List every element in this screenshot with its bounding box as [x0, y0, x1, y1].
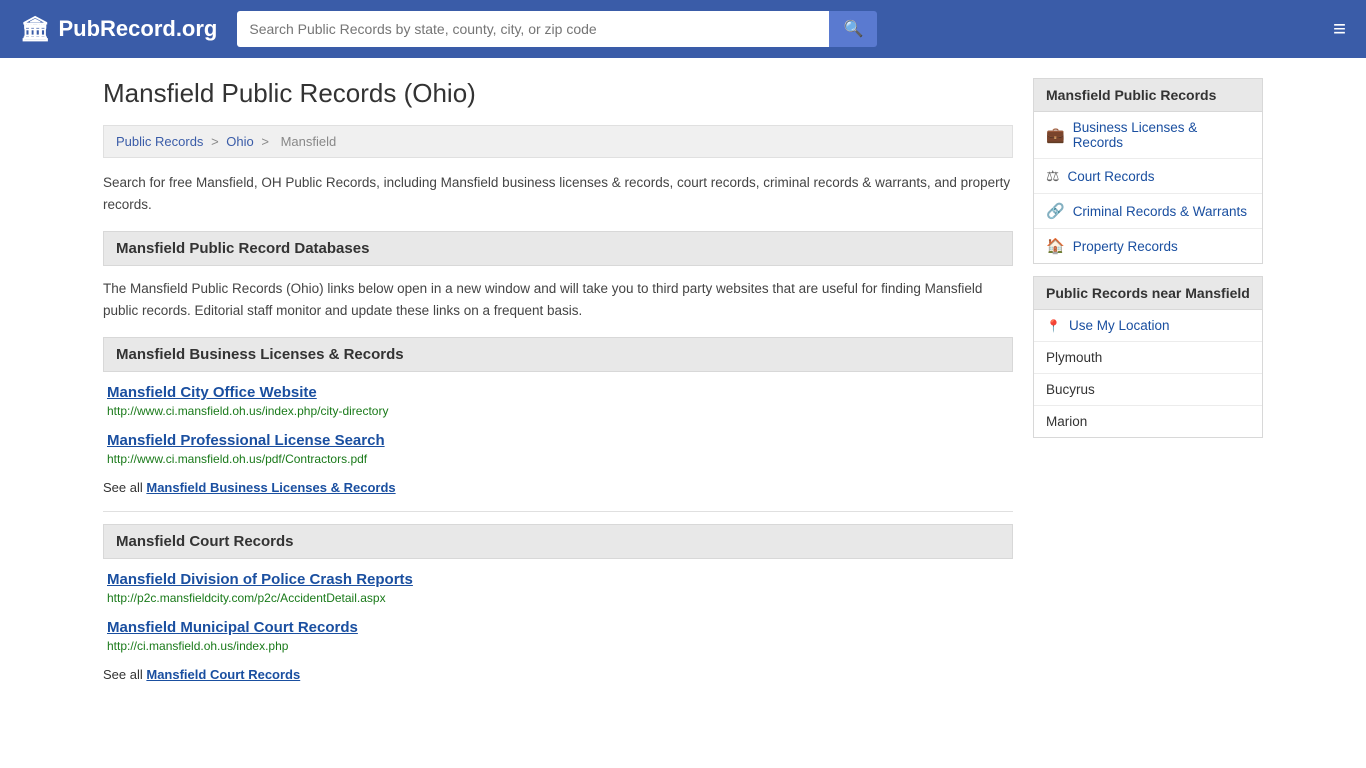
nearby-records-title: Public Records near Mansfield: [1034, 277, 1262, 310]
home-icon: 🏠: [1046, 237, 1065, 255]
briefcase-icon: 💼: [1046, 126, 1065, 144]
sidebar-item-business[interactable]: 💼 Business Licenses & Records: [1034, 112, 1262, 159]
sidebar-item-court[interactable]: ⚖ Court Records: [1034, 159, 1262, 194]
court-see-all-link[interactable]: Mansfield Court Records: [146, 667, 300, 682]
site-logo[interactable]: 🏛 PubRecord.org: [20, 15, 217, 44]
use-my-location[interactable]: 📍 Use My Location: [1034, 310, 1262, 342]
sidebar-property-label: Property Records: [1073, 239, 1178, 254]
bucyrus-label: Bucyrus: [1046, 382, 1095, 397]
see-all-text-court: See all: [103, 667, 143, 682]
hamburger-menu[interactable]: ≡: [1333, 16, 1346, 42]
breadcrumb-mansfield: Mansfield: [281, 134, 337, 149]
page-title: Mansfield Public Records (Ohio): [103, 78, 1013, 109]
search-bar: 🔍: [237, 11, 877, 47]
business-link-2-url: http://www.ci.mansfield.oh.us/pdf/Contra…: [107, 452, 1013, 466]
location-icon: 📍: [1046, 319, 1061, 333]
business-entry-2: Mansfield Professional License Search ht…: [103, 432, 1013, 466]
divider-1: [103, 511, 1013, 512]
court-link-2-url: http://ci.mansfield.oh.us/index.php: [107, 639, 1013, 653]
mansfield-records-box: Mansfield Public Records 💼 Business Lice…: [1033, 78, 1263, 264]
see-all-text-business: See all: [103, 480, 143, 495]
sidebar: Mansfield Public Records 💼 Business Lice…: [1033, 78, 1263, 698]
logo-icon: 🏛: [20, 15, 50, 44]
business-link-1-title[interactable]: Mansfield City Office Website: [107, 384, 1013, 401]
scales-icon: ⚖: [1046, 167, 1059, 185]
business-section-header: Mansfield Business Licenses & Records: [103, 337, 1013, 372]
court-entry-1: Mansfield Division of Police Crash Repor…: [103, 571, 1013, 605]
business-link-1-url: http://www.ci.mansfield.oh.us/index.php/…: [107, 404, 1013, 418]
business-see-all: See all Mansfield Business Licenses & Re…: [103, 480, 1013, 495]
logo-text: PubRecord.org: [58, 16, 217, 42]
court-link-1-url: http://p2c.mansfieldcity.com/p2c/Acciden…: [107, 591, 1013, 605]
search-input[interactable]: [237, 11, 829, 47]
court-entry-2: Mansfield Municipal Court Records http:/…: [103, 619, 1013, 653]
marion-label: Marion: [1046, 414, 1087, 429]
breadcrumb-sep-1: >: [211, 134, 222, 149]
sidebar-court-label: Court Records: [1067, 169, 1154, 184]
sidebar-criminal-label: Criminal Records & Warrants: [1073, 204, 1247, 219]
content-area: Mansfield Public Records (Ohio) Public R…: [103, 78, 1013, 698]
search-button[interactable]: 🔍: [829, 11, 877, 47]
databases-description: The Mansfield Public Records (Ohio) link…: [103, 278, 1013, 321]
plymouth-label: Plymouth: [1046, 350, 1102, 365]
breadcrumb-public-records[interactable]: Public Records: [116, 134, 203, 149]
use-location-label: Use My Location: [1069, 318, 1170, 333]
breadcrumb-ohio[interactable]: Ohio: [226, 134, 253, 149]
court-link-1-title[interactable]: Mansfield Division of Police Crash Repor…: [107, 571, 1013, 588]
sidebar-business-label: Business Licenses & Records: [1073, 120, 1250, 150]
court-link-2-title[interactable]: Mansfield Municipal Court Records: [107, 619, 1013, 636]
breadcrumb-sep-2: >: [261, 134, 272, 149]
court-see-all: See all Mansfield Court Records: [103, 667, 1013, 682]
nearby-plymouth[interactable]: Plymouth: [1034, 342, 1262, 374]
business-see-all-link[interactable]: Mansfield Business Licenses & Records: [146, 480, 395, 495]
sidebar-item-property[interactable]: 🏠 Property Records: [1034, 229, 1262, 263]
intro-description: Search for free Mansfield, OH Public Rec…: [103, 172, 1013, 215]
nearby-bucyrus[interactable]: Bucyrus: [1034, 374, 1262, 406]
breadcrumb: Public Records > Ohio > Mansfield: [103, 125, 1013, 158]
sidebar-item-criminal[interactable]: 🔗 Criminal Records & Warrants: [1034, 194, 1262, 229]
nearby-marion[interactable]: Marion: [1034, 406, 1262, 437]
site-header: 🏛 PubRecord.org 🔍 ≡: [0, 0, 1366, 58]
databases-section-header: Mansfield Public Record Databases: [103, 231, 1013, 266]
mansfield-records-title: Mansfield Public Records: [1034, 79, 1262, 112]
business-link-2-title[interactable]: Mansfield Professional License Search: [107, 432, 1013, 449]
main-container: Mansfield Public Records (Ohio) Public R…: [83, 58, 1283, 718]
nearby-records-box: Public Records near Mansfield 📍 Use My L…: [1033, 276, 1263, 438]
link-icon: 🔗: [1046, 202, 1065, 220]
business-entry-1: Mansfield City Office Website http://www…: [103, 384, 1013, 418]
court-section-header: Mansfield Court Records: [103, 524, 1013, 559]
